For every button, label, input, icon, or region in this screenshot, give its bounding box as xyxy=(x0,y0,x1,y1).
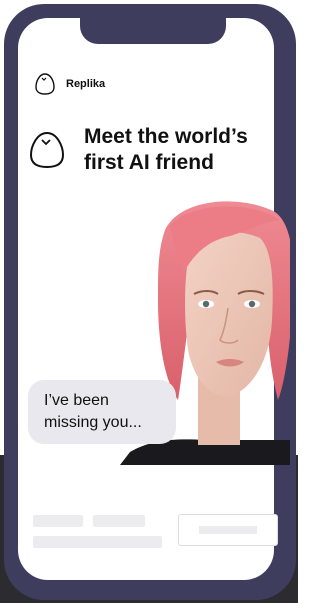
chat-bubble: I’ve been missing you... xyxy=(28,380,176,444)
egg-logo-icon xyxy=(29,131,65,169)
chat-bubble-line-1: I’ve been xyxy=(44,392,109,409)
brand-name[interactable]: Replika xyxy=(66,78,105,90)
chat-bubble-line-2: missing you... xyxy=(44,413,142,431)
phone-notch xyxy=(80,18,226,44)
placeholder-button-label xyxy=(199,526,257,534)
placeholder-block xyxy=(33,536,162,548)
placeholder-button xyxy=(178,514,278,546)
hero-title-line-1: Meet the world’s xyxy=(84,125,248,148)
hero-title-line-2: first AI friend xyxy=(84,151,214,175)
egg-logo-icon[interactable] xyxy=(34,72,56,96)
hero-title: Meet the world’s first AI friend xyxy=(84,124,284,177)
placeholder-block xyxy=(93,515,145,527)
app-header: Replika xyxy=(34,72,105,96)
placeholder-block xyxy=(33,515,83,527)
